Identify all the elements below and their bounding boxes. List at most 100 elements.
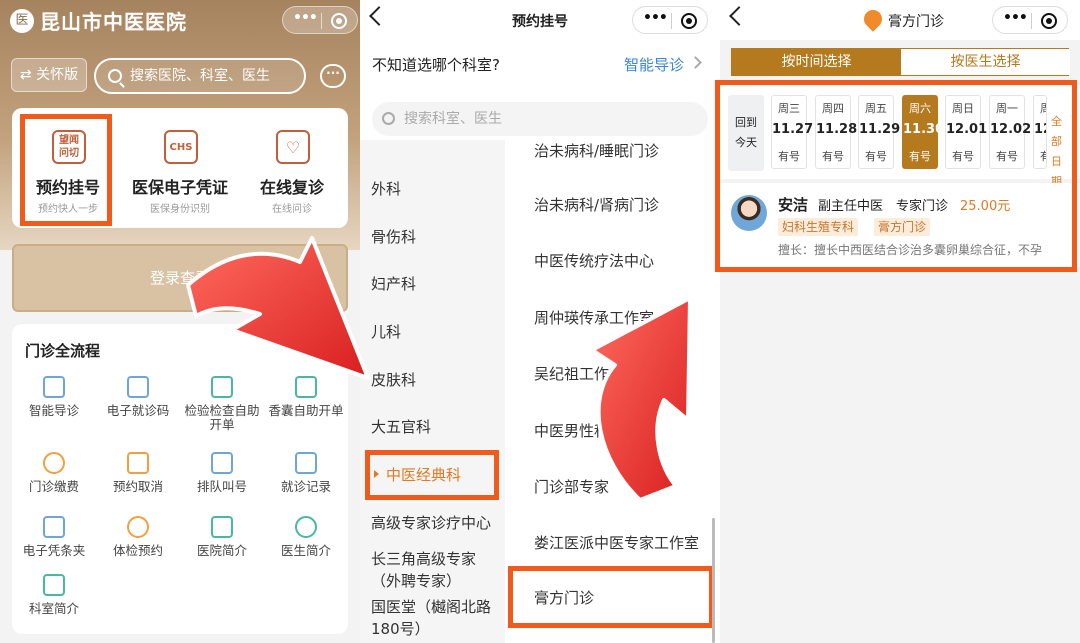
flow-item-smart-guide[interactable]: 智能导诊 [12, 376, 96, 418]
dept-item[interactable]: 长三角高级专家 [371, 548, 476, 569]
sub-dept-item[interactable]: 中医男性科 [534, 420, 609, 441]
more-icon[interactable]: ••• [1003, 10, 1028, 26]
sachet-icon [295, 376, 317, 398]
doctor-icon [295, 516, 317, 538]
miniprogram-capsule[interactable]: ••• [632, 6, 708, 34]
id-card-icon [127, 376, 149, 398]
flow-item-e-card[interactable]: 电子就诊码 [96, 376, 180, 418]
flow-item-receipts[interactable]: 电子凭条夹 [12, 516, 96, 558]
care-mode-label: 关怀版 [36, 67, 79, 83]
sub-dept-item[interactable]: 门诊部专家 [534, 476, 609, 497]
dept-item[interactable]: 皮肤科 [371, 369, 416, 390]
search-icon [382, 112, 395, 125]
dept-item[interactable]: 国医堂（樾阁北路 [371, 596, 491, 617]
insurance-voucher-service[interactable]: CHS 医保电子凭证 医保身份识别 [124, 108, 236, 228]
search-icon [108, 69, 122, 83]
flow-item-cancel[interactable]: 预约取消 [96, 452, 180, 494]
capsule-divider [321, 13, 322, 29]
online-revisit-sub: 在线问诊 [272, 204, 312, 215]
online-revisit-service[interactable]: ♡ 在线复诊 在线问诊 [236, 108, 348, 228]
nav-title: 膏方门诊 [888, 14, 944, 30]
flow-item-records[interactable]: 就诊记录 [264, 452, 348, 494]
online-revisit-icon: ♡ [276, 130, 310, 164]
receipt-icon [43, 516, 65, 538]
care-mode-button[interactable]: ⇄ 关怀版 [11, 58, 87, 92]
dept-item[interactable]: 外科 [371, 178, 401, 199]
hospital-icon [211, 516, 233, 538]
nav-bar: 预约挂号 ••• [360, 0, 720, 40]
smart-guide-link[interactable]: 智能导诊 [624, 54, 684, 75]
flow-item-sachet[interactable]: 香囊自助开单 [264, 376, 348, 418]
sub-dept-item[interactable]: 周仲瑛传承工作室 [534, 307, 654, 328]
outpatient-flow-card: 门诊全流程 智能导诊 电子就诊码 检验检查自助开单 香囊自助开单 门诊缴费 预约… [12, 324, 348, 634]
more-icon[interactable]: ••• [643, 10, 668, 26]
flow-item-self-order[interactable]: 检验检查自助开单 [180, 376, 264, 432]
target-icon [43, 376, 65, 398]
dept-item[interactable]: 妇产科 [371, 273, 416, 294]
chevron-right-icon [689, 56, 702, 69]
selection-tabs: 按时间选择 按医生选择 [731, 48, 1070, 76]
search-placeholder: 搜索科室、医生 [404, 111, 502, 127]
hospital-title: 昆山市中医医院 [40, 10, 187, 34]
sub-dept-item[interactable]: 吴纪祖工作室 [534, 363, 624, 384]
tab-by-doctor[interactable]: 按医生选择 [901, 49, 1070, 75]
queue-icon [211, 452, 233, 474]
department-selection-screen: 预约挂号 ••• 不知道选哪个科室? 智能导诊 搜索科室、医生 外科 骨伤科 妇… [360, 0, 720, 643]
flow-item-checkup[interactable]: 体检预约 [96, 516, 180, 558]
dept-item[interactable]: 180号） [371, 618, 430, 639]
message-icon[interactable]: ··· [320, 64, 346, 88]
flow-title: 门诊全流程 [25, 342, 101, 360]
sub-dept-item[interactable]: 治未病科/睡眠门诊 [534, 140, 659, 161]
doctor-schedule-highlight-box [715, 80, 1077, 272]
flow-item-payment[interactable]: 门诊缴费 [12, 452, 96, 494]
department-list: 外科 骨伤科 妇产科 儿科 皮肤科 大五官科 中医经典科 高级专家诊疗中心 长三… [360, 140, 505, 643]
capsule-divider [1031, 13, 1032, 29]
sub-dept-item[interactable]: 治未病科/肾病门诊 [534, 194, 659, 215]
flow-item-dept-intro[interactable]: 科室简介 [12, 574, 96, 616]
dept-item[interactable]: 大五官科 [371, 416, 431, 437]
close-miniprogram-icon[interactable] [681, 13, 697, 29]
more-icon[interactable]: ••• [293, 10, 318, 26]
dept-item[interactable]: 高级专家诊疗中心 [371, 512, 491, 533]
department-highlight-box [365, 450, 499, 500]
login-view-button[interactable]: 登录查看 [12, 244, 348, 312]
department-search-input[interactable]: 搜索科室、医生 [372, 102, 708, 136]
dept-item[interactable]: 儿科 [371, 321, 401, 342]
nav-bar: 膏方门诊 ••• [720, 0, 1080, 40]
insurance-voucher-sub: 医保身份识别 [150, 204, 210, 215]
insurance-voucher-label: 医保电子凭证 [131, 178, 228, 197]
hospital-home-screen: 医 昆山市中医医院 ••• ⇄ 关怀版 搜索医院、科室、医生 ··· 望闻 问切… [0, 0, 360, 643]
list-scrollbar[interactable] [712, 518, 715, 643]
close-miniprogram-icon[interactable] [331, 13, 347, 29]
sub-department-highlight-box [508, 566, 714, 628]
department-icon [43, 574, 65, 596]
hint-question: 不知道选哪个科室? [372, 56, 500, 74]
calendar-icon [211, 376, 233, 398]
dept-item[interactable]: （外聘专家） [371, 570, 461, 591]
close-miniprogram-icon[interactable] [1041, 13, 1057, 29]
smart-guide-hint[interactable]: 不知道选哪个科室? 智能导诊 [360, 40, 720, 88]
heart-plus-icon [860, 6, 886, 32]
hospital-search-input[interactable]: 搜索医院、科室、医生 [94, 58, 306, 94]
insurance-card-icon: CHS [164, 130, 198, 164]
flow-item-queue[interactable]: 排队叫号 [180, 452, 264, 494]
search-placeholder: 搜索医院、科室、医生 [130, 68, 270, 84]
care-mode-icon: ⇄ [19, 67, 32, 83]
appointment-highlight-box [20, 114, 112, 226]
calendar-cancel-icon [127, 452, 149, 474]
money-bag-icon [43, 452, 65, 474]
back-arrow-icon[interactable] [729, 6, 749, 26]
hospital-logo-icon: 医 [10, 9, 34, 33]
sub-dept-item[interactable]: 娄江医派中医专家工作室 [534, 532, 699, 553]
dept-item[interactable]: 骨伤科 [371, 226, 416, 247]
miniprogram-capsule[interactable]: ••• [282, 6, 358, 34]
capsule-divider [671, 13, 672, 29]
online-revisit-label: 在线复诊 [259, 178, 324, 197]
person-icon [127, 516, 149, 538]
tab-by-time[interactable]: 按时间选择 [732, 49, 901, 75]
flow-item-hospital-intro[interactable]: 医院简介 [180, 516, 264, 558]
miniprogram-capsule[interactable]: ••• [992, 6, 1068, 34]
flow-item-doctor-intro[interactable]: 医生简介 [264, 516, 348, 558]
record-icon [295, 452, 317, 474]
sub-dept-item[interactable]: 中医传统疗法中心 [534, 250, 654, 271]
